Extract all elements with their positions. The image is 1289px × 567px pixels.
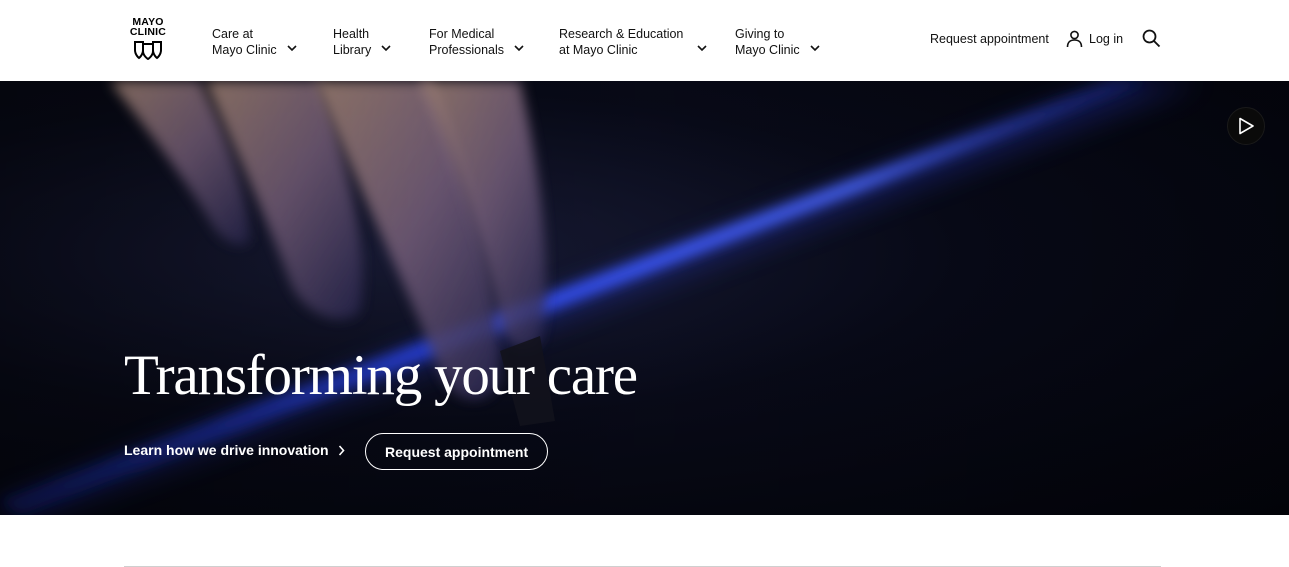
hero-banner: Transforming your care Learn how we driv… bbox=[0, 81, 1289, 515]
nav-label: For Medical Professionals bbox=[429, 27, 505, 57]
nav-research-education[interactable]: Research & Education at Mayo Clinic bbox=[559, 24, 707, 60]
nav-label: Giving to Mayo Clinic bbox=[735, 27, 800, 57]
chevron-right-icon bbox=[338, 444, 345, 456]
mayo-clinic-logo[interactable]: MAYO CLINIC bbox=[128, 17, 168, 65]
chevron-down-icon bbox=[514, 44, 524, 51]
search-button[interactable] bbox=[1142, 29, 1161, 53]
chevron-down-icon bbox=[697, 44, 707, 51]
user-icon bbox=[1066, 30, 1083, 48]
chevron-down-icon bbox=[810, 44, 820, 51]
search-icon bbox=[1142, 29, 1161, 48]
hero-title: Transforming your care bbox=[124, 344, 638, 407]
hero-request-appointment-label: Request appointment bbox=[385, 443, 529, 460]
video-play-button[interactable] bbox=[1227, 107, 1265, 145]
logo-line-2: CLINIC bbox=[129, 26, 167, 38]
nav-care-at-mayo-clinic[interactable]: Care at Mayo Clinic bbox=[212, 24, 297, 60]
nav-label: Health Library bbox=[333, 27, 372, 57]
learn-innovation-label: Learn how we drive innovation bbox=[124, 442, 329, 458]
chevron-down-icon bbox=[287, 44, 297, 51]
hero-request-appointment-button[interactable]: Request appointment bbox=[365, 433, 549, 470]
chevron-down-icon bbox=[381, 44, 391, 51]
nav-label: Care at Mayo Clinic bbox=[212, 27, 277, 57]
nav-health-library[interactable]: Health Library bbox=[333, 24, 391, 60]
mayo-shields-icon bbox=[134, 41, 162, 60]
learn-innovation-link[interactable]: Learn how we drive innovation bbox=[124, 442, 345, 458]
nav-giving-to-mayo-clinic[interactable]: Giving to Mayo Clinic bbox=[735, 24, 820, 60]
login-label: Log in bbox=[1089, 32, 1124, 46]
site-header: MAYO CLINIC Care at Mayo Clinic Health L… bbox=[0, 0, 1289, 81]
play-icon bbox=[1239, 117, 1254, 135]
login-button[interactable]: Log in bbox=[1066, 30, 1123, 48]
nav-label: Research & Education at Mayo Clinic bbox=[559, 27, 684, 57]
nav-for-medical-professionals[interactable]: For Medical Professionals bbox=[429, 24, 524, 60]
request-appointment-link[interactable]: Request appointment bbox=[930, 32, 1049, 46]
